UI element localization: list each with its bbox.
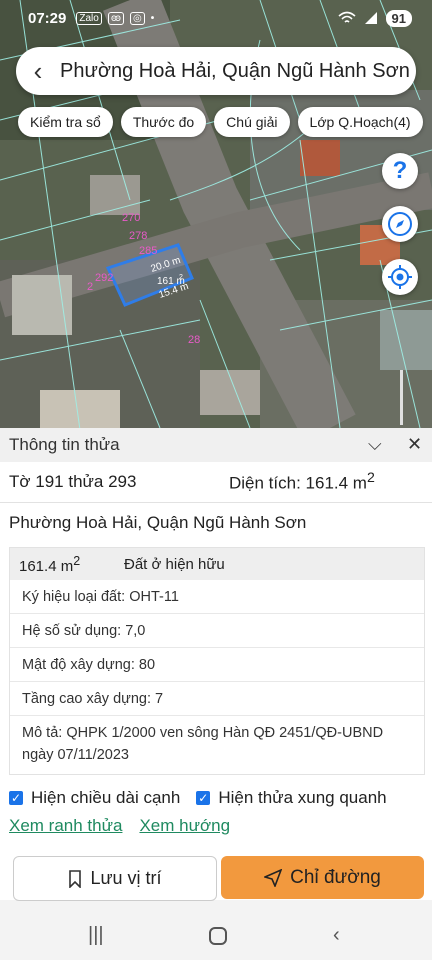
chat-icon: ꙭ [107,11,125,25]
checkbox-checked-icon: ✓ [196,791,211,805]
land-type: Đất ở hiện hữu [124,555,225,573]
show-neighbor-parcels-checkbox[interactable]: ✓ Hiện thửa xung quanh [196,788,387,808]
instagram-icon: ◎ [130,11,145,25]
save-location-button[interactable]: Lưu vị trí [13,856,217,901]
status-time: 07:29 [28,9,67,27]
floors-line: Tầng cao xây dựng: 7 [10,682,424,716]
show-edge-length-checkbox[interactable]: ✓ Hiện chiều dài cạnh [9,788,180,808]
back-nav-icon[interactable]: ‹ [333,924,340,947]
chip-ruler[interactable]: Thước đo [120,107,207,137]
zalo-icon: Zalo [76,11,102,25]
area-text: Diện tích: 161.4 m [229,473,367,493]
recent-apps-icon[interactable]: ||| [88,924,104,947]
directions-button[interactable]: Chỉ đường [221,856,424,899]
parcel-summary-row: Tờ 191 thửa 293 Diện tích: 161.4 m2 [0,462,432,503]
send-icon [264,868,283,887]
signal-icon [364,12,377,24]
density-line: Mật độ xây dựng: 80 [10,648,424,682]
check2-label: Hiện thửa xung quanh [218,788,387,807]
planning-info-box: 161.4 m2 Đất ở hiện hữu Ký hiệu loại đất… [9,547,425,775]
status-bar: 07:29 Zalo ꙭ ◎ • 91 [0,0,432,36]
my-location-button[interactable] [382,259,418,295]
parcel-label-285: 285 [139,245,157,257]
notification-icons: Zalo ꙭ ◎ • [76,11,155,25]
checkbox-checked-icon: ✓ [9,791,23,805]
compass-button[interactable] [382,206,418,242]
view-direction-link[interactable]: Xem hướng [139,816,230,836]
usage-ratio-line: Hệ số sử dụng: 7,0 [10,614,424,648]
sheet-parcel-number: Tờ 191 thửa 293 [9,472,137,491]
panel-header: Thông tin thửa ⌵ ✕ [0,428,432,462]
view-boundary-link[interactable]: Xem ranh thửa [9,816,122,836]
battery-indicator: 91 [385,9,412,27]
check1-label: Hiện chiều dài cạnh [31,788,181,807]
box-area-sup: 2 [73,553,81,568]
system-nav-bar: ||| ‹ [0,912,432,960]
area-value: Diện tích: 161.4 m2 [229,470,375,494]
display-options: ✓ Hiện chiều dài cạnh ✓ Hiện thửa xung qua… [9,788,387,808]
area-sup: 2 [366,470,375,487]
save-label: Lưu vị trí [90,868,162,888]
tool-chips: Kiểm tra sổ Thước đo Chú giải Lớp Q.Hoạc… [18,107,423,137]
chip-check-book[interactable]: Kiểm tra sổ [18,107,113,137]
compass-icon [388,212,412,236]
parcel-label-278: 278 [129,230,147,242]
locate-icon [388,265,412,289]
help-icon: ? [392,157,408,184]
parcel-label-2: 2 [87,281,93,293]
home-icon[interactable] [208,926,228,946]
chip-planning-layer[interactable]: Lớp Q.Hoạch(4) [297,107,423,137]
location-header: ‹ Phường Hoà Hải, Quận Ngũ Hành Sơn [16,47,416,95]
box-area-text: 161.4 m [19,557,74,575]
parcel-info-panel: Thông tin thửa ⌵ ✕ Tờ 191 thửa 293 Diện … [0,428,432,900]
parcel-label-28: 28 [188,334,200,346]
back-button[interactable]: ‹ [16,56,60,87]
wifi-icon [338,11,356,23]
parcel-area-sup: 2 [179,274,183,281]
collapse-icon[interactable]: ⌵ [368,434,382,455]
box-area: 161.4 m2 [19,554,80,575]
directions-label: Chỉ đường [290,866,381,888]
close-icon[interactable]: ✕ [407,434,422,455]
bookmark-icon [69,869,82,888]
land-use-header: 161.4 m2 Đất ở hiện hữu [10,548,424,580]
view-links: Xem ranh thửa Xem hướng [9,816,230,836]
chip-legend[interactable]: Chú giải [214,107,290,137]
page-title: Phường Hoà Hải, Quận Ngũ Hành Sơn [60,59,410,82]
parcel-label-292: 292 [95,272,113,284]
parcel-address: Phường Hoà Hải, Quận Ngũ Hành Sơn [9,513,307,532]
description-line: Mô tả: QHPK 1/2000 ven sông Hàn QĐ 2451/… [22,725,384,763]
help-button[interactable]: ? [382,153,418,189]
more-dot-icon: • [150,12,155,24]
panel-title: Thông tin thửa [9,435,120,454]
parcel-label-270: 270 [122,212,140,224]
land-code-line: Ký hiệu loại đất: OHT-11 [10,580,424,614]
